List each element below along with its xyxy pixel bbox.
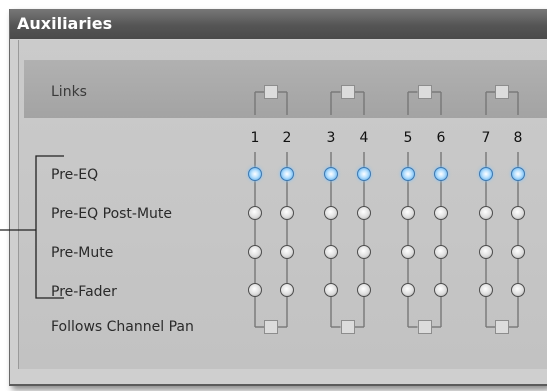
link-checkbox-3-4[interactable] [340,85,355,99]
radio-pre-fader-ch7[interactable] [479,283,493,297]
channel-number-1: 1 [250,130,260,146]
radio-pre-eq-ch8[interactable] [511,167,525,181]
radio-pre-eq-post-mute-ch5[interactable] [401,206,415,220]
radio-pre-eq-post-mute-ch6[interactable] [434,206,448,220]
radio-pre-fader-ch3[interactable] [324,283,338,297]
radio-pre-mute-ch6[interactable] [434,245,448,259]
radio-pre-mute-ch7[interactable] [479,245,493,259]
radio-pre-fader-ch5[interactable] [401,283,415,297]
channel-number-2: 2 [282,130,292,146]
radio-pre-mute-ch2[interactable] [280,245,294,259]
link-checkbox-1-2[interactable] [264,85,278,99]
radio-pre-fader-ch2[interactable] [280,283,294,297]
channel-number-5: 5 [403,130,413,146]
radio-pre-mute-ch5[interactable] [401,245,415,259]
link-checkbox-7-8[interactable] [495,85,509,99]
radio-pre-fader-ch6[interactable] [434,283,448,297]
radio-pre-eq-ch4[interactable] [357,167,371,181]
radio-pre-fader-ch8[interactable] [511,283,525,297]
channel-number-6: 6 [436,130,446,146]
radio-pre-fader-ch4[interactable] [357,283,371,297]
radio-pre-eq-post-mute-ch2[interactable] [280,206,294,220]
channel-number-3: 3 [326,130,336,146]
radio-pre-eq-ch7[interactable] [479,167,493,181]
radio-pre-eq-post-mute-ch3[interactable] [324,206,338,220]
radio-pre-mute-ch4[interactable] [357,245,371,259]
link-checkbox-5-6[interactable] [417,85,432,99]
pan-link-checkbox-3-4[interactable] [340,320,355,334]
follows-channel-pan-label: Follows Channel Pan [51,319,194,335]
radio-pre-eq-post-mute-ch8[interactable] [511,206,525,220]
radio-pre-eq-ch5[interactable] [401,167,415,181]
radio-pre-mute-ch8[interactable] [511,245,525,259]
pan-link-checkbox-1-2[interactable] [264,320,278,334]
channel-number-4: 4 [359,130,369,146]
channel-number-8: 8 [513,130,523,146]
radio-pre-eq-ch2[interactable] [280,167,294,181]
pan-link-checkbox-7-8[interactable] [495,320,509,334]
radio-pre-mute-ch1[interactable] [248,245,262,259]
radio-pre-eq-post-mute-ch1[interactable] [248,206,262,220]
radio-pre-mute-ch3[interactable] [324,245,338,259]
radio-pre-fader-ch1[interactable] [248,283,262,297]
row-label-pre-mute: Pre-Mute [51,245,114,261]
radio-pre-eq-post-mute-ch4[interactable] [357,206,371,220]
row-label-pre-fader: Pre-Fader [51,284,117,300]
radio-pre-eq-ch1[interactable] [248,167,262,181]
radio-pre-eq-post-mute-ch7[interactable] [479,206,493,220]
row-label-pre-eq-post-mute: Pre-EQ Post-Mute [51,206,173,222]
pan-link-checkbox-5-6[interactable] [417,320,432,334]
channel-number-7: 7 [481,130,491,146]
radio-pre-eq-ch6[interactable] [434,167,448,181]
row-label-pre-eq: Pre-EQ [51,167,99,183]
radio-pre-eq-ch3[interactable] [324,167,338,181]
